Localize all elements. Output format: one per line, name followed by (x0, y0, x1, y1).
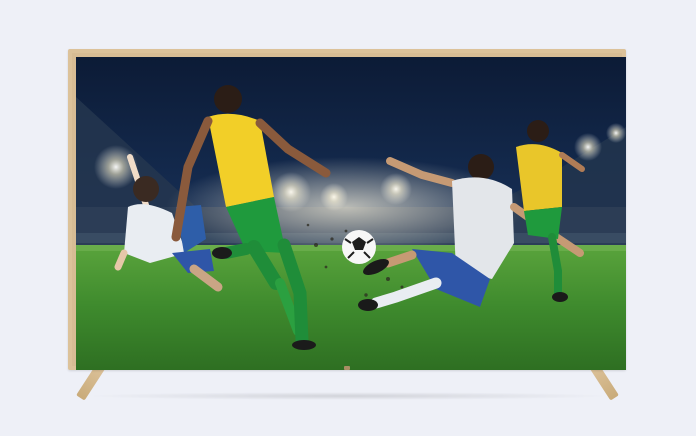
floodlight (606, 123, 626, 143)
floodlight (574, 133, 602, 161)
tv-screen (76, 57, 626, 370)
television-frame (68, 49, 626, 370)
football-scene (76, 57, 626, 370)
soccer-ball (342, 230, 376, 264)
football-pitch (76, 245, 626, 370)
tv-logo (344, 366, 350, 370)
floor-shadow (82, 392, 614, 400)
